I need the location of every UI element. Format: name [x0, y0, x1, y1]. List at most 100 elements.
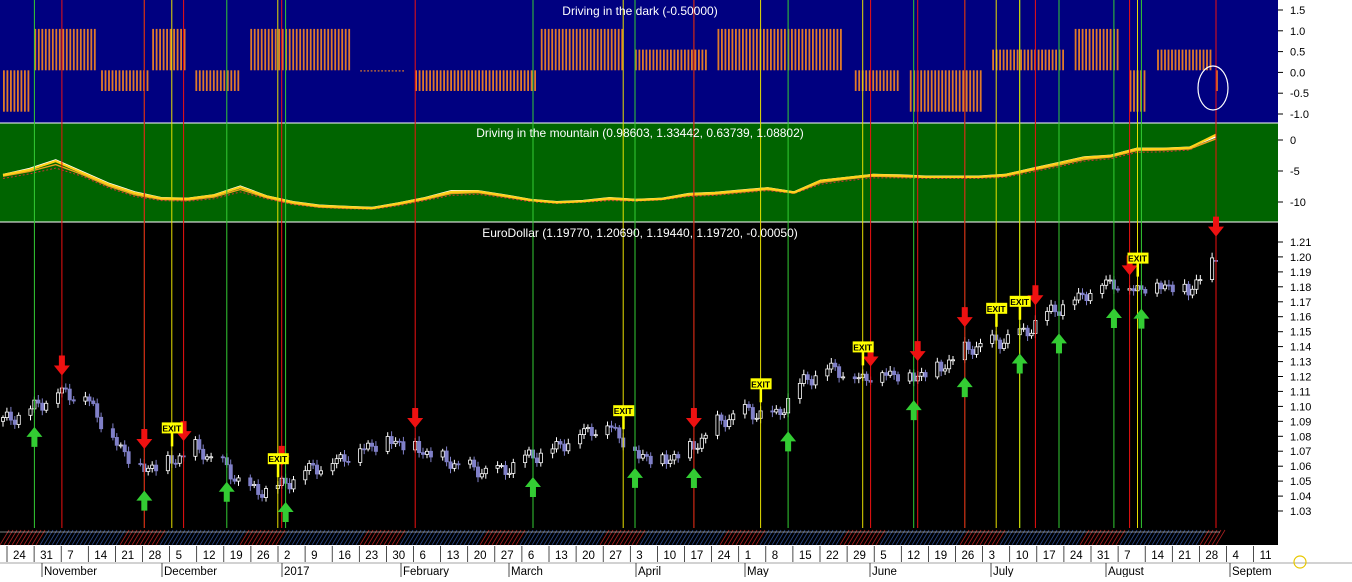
candle-body — [801, 374, 806, 384]
candle-body — [87, 396, 92, 402]
oscillator-bar — [593, 28, 596, 71]
date-axis-day-label: 9 — [311, 550, 317, 562]
exit-flag-pole — [1136, 262, 1139, 277]
oscillator-bar — [48, 28, 51, 71]
candle-body — [1084, 294, 1089, 302]
oscillator-bar — [749, 28, 751, 71]
oscillator-bar — [3, 70, 5, 112]
oscillator-bar — [1133, 70, 1135, 112]
candle-body — [126, 451, 131, 464]
candle-body — [731, 413, 736, 421]
oscillator-bar — [523, 70, 526, 91]
candle-body — [527, 449, 532, 456]
exit-flag-pole — [1018, 305, 1022, 320]
exit-flag-label: EXIT — [1128, 254, 1148, 264]
oscillator-bar — [115, 70, 117, 91]
oscillator-bar — [146, 70, 149, 91]
candle-body — [566, 443, 571, 452]
candle-body — [248, 477, 253, 487]
price-axis-tick-label: 1.16 — [1290, 312, 1311, 324]
oscillator-bar — [136, 70, 138, 91]
oscillator-bar — [752, 28, 755, 71]
price-axis-tick-label: 1.05 — [1290, 476, 1311, 488]
candle-body — [385, 436, 390, 452]
oscillator-bar — [607, 28, 610, 71]
candle-body — [884, 372, 889, 376]
oscillator-bar — [260, 28, 263, 71]
candle-body — [36, 399, 41, 404]
oscillator-bar — [586, 28, 589, 71]
oscillator-bar — [1088, 28, 1091, 71]
candle-body — [1155, 282, 1160, 294]
oscillator-bar — [575, 28, 578, 71]
price-axis-tick-label: 1.13 — [1290, 357, 1311, 369]
oscillator-bar — [1027, 49, 1029, 71]
candle-body — [770, 410, 775, 413]
oscillator-bar — [334, 28, 337, 71]
candle-body — [63, 387, 68, 390]
candle-body — [28, 408, 33, 416]
oscillator-bar — [572, 28, 575, 71]
oscillator-bar — [659, 49, 662, 71]
candle-body — [95, 403, 100, 418]
candle-body — [440, 450, 445, 458]
exit-flag-label: EXIT — [162, 423, 182, 433]
date-axis-day-label: 21 — [1178, 550, 1191, 562]
candle-body — [1002, 342, 1007, 349]
oscillator-bar — [108, 70, 110, 91]
oscillator-bar — [1106, 28, 1108, 71]
date-axis-day-label: 30 — [392, 550, 405, 562]
candle-body — [311, 462, 316, 466]
oscillator-bar — [889, 70, 892, 91]
date-axis-day-label: 20 — [582, 550, 595, 562]
oscillator-bar — [219, 70, 222, 91]
candle-body — [232, 478, 237, 482]
dark-axis-tick-label: -1.0 — [1290, 109, 1309, 121]
date-axis-day-label: 4 — [1233, 550, 1240, 562]
mountain-panel-title: Driving in the mountain (0.98603, 1.3344… — [476, 126, 804, 140]
candle-body — [1131, 288, 1136, 292]
oscillator-bar — [976, 70, 979, 112]
oscillator-bar — [742, 28, 744, 71]
indicator-chart: EXITEXITEXITEXITEXITEXITEXITEXIT Driving… — [0, 0, 1352, 578]
price-axis-tick-label: 1.04 — [1290, 491, 1311, 503]
candle-body — [688, 441, 693, 459]
date-axis-day-label: 13 — [447, 550, 460, 562]
candle-body — [8, 411, 13, 421]
oscillator-bar — [701, 49, 704, 71]
oscillator-bar — [1030, 49, 1033, 71]
date-axis-day-label: 31 — [40, 550, 53, 562]
candle-body — [523, 454, 528, 464]
oscillator-bar — [551, 28, 554, 71]
candle-body — [970, 349, 975, 355]
oscillator-bar — [425, 70, 428, 91]
exit-flag-label: EXIT — [1010, 297, 1030, 307]
candle-body — [703, 434, 708, 439]
bottom-strip-bg — [0, 528, 1278, 545]
exit-flag-pole — [861, 351, 865, 366]
oscillator-bar — [72, 28, 75, 71]
oscillator-bar — [705, 49, 707, 71]
date-axis-month-label: 2017 — [284, 566, 310, 577]
candle-body — [511, 462, 516, 474]
candle-body — [475, 466, 480, 478]
oscillator-bar — [1020, 49, 1022, 71]
candle-body — [334, 458, 339, 464]
candle-body — [303, 470, 308, 481]
oscillator-bar — [1009, 49, 1012, 71]
exit-flag-pole — [622, 415, 625, 430]
date-axis-day-label: 2 — [284, 550, 290, 562]
oscillator-bar — [453, 70, 456, 91]
oscillator-bar — [374, 70, 376, 72]
oscillator-bar — [348, 28, 351, 71]
oscillator-bar — [829, 28, 832, 71]
dark-axis-tick-label: -0.5 — [1290, 88, 1309, 100]
candle-body — [346, 460, 351, 463]
date-axis-day-label: 3 — [636, 550, 642, 562]
oscillator-bar — [111, 70, 114, 91]
candle-body — [1005, 334, 1010, 344]
oscillator-bar — [934, 70, 937, 112]
candle-body — [1104, 279, 1109, 286]
oscillator-bar — [10, 70, 12, 112]
candle-body — [495, 465, 500, 469]
